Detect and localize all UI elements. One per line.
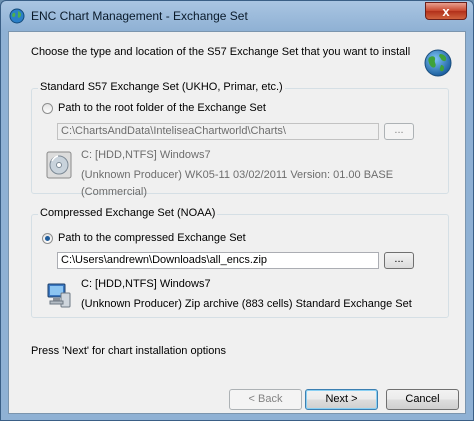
compressed-details-info: (Unknown Producer) Zip archive (883 cell… (81, 298, 412, 310)
cancel-button[interactable]: Cancel (386, 389, 459, 410)
globe-icon (424, 49, 452, 77)
standard-browse-button[interactable]: ... (384, 123, 414, 140)
radio-button[interactable] (42, 102, 53, 114)
radio-button[interactable] (42, 232, 53, 244)
standard-details-info: (Unknown Producer) WK05-11 03/02/2011 Ve… (81, 169, 394, 198)
close-button[interactable]: x (425, 2, 467, 20)
globe-app-icon (9, 8, 25, 24)
intro-text: Choose the type and location of the S57 … (31, 46, 411, 58)
group-title: Standard S57 Exchange Set (UKHO, Primar,… (38, 81, 285, 93)
dialog-window: ENC Chart Management - Exchange Set x Ch… (0, 0, 474, 421)
compressed-exchange-set-group: Compressed Exchange Set (NOAA) Path to t… (31, 207, 449, 318)
compressed-browse-button[interactable]: ... (384, 252, 414, 269)
standard-path-radio[interactable]: Path to the root folder of the Exchange … (42, 102, 266, 114)
compressed-path-input[interactable]: C:\Users\andrewn\Downloads\all_encs.zip (57, 252, 379, 269)
next-button[interactable]: Next > (305, 389, 378, 410)
title-bar[interactable]: ENC Chart Management - Exchange Set x (1, 1, 473, 31)
window-title: ENC Chart Management - Exchange Set (31, 9, 248, 23)
computer-drive-icon (47, 283, 71, 308)
dialog-body: Choose the type and location of the S57 … (8, 31, 466, 414)
standard-path-input[interactable]: C:\ChartsAndData\InteliseaChartworld\Cha… (57, 123, 379, 140)
radio-label: Path to the compressed Exchange Set (58, 232, 246, 244)
cd-drive-icon (46, 151, 72, 179)
back-button[interactable]: < Back (229, 389, 302, 410)
standard-exchange-set-group: Standard S57 Exchange Set (UKHO, Primar,… (31, 81, 449, 198)
radio-label: Path to the root folder of the Exchange … (58, 102, 266, 114)
standard-drive-info: C: [HDD,NTFS] Windows7 (81, 149, 211, 161)
instruction-text: Press 'Next' for chart installation opti… (31, 345, 226, 357)
compressed-path-radio[interactable]: Path to the compressed Exchange Set (42, 232, 246, 244)
group-title: Compressed Exchange Set (NOAA) (38, 207, 218, 219)
compressed-drive-info: C: [HDD,NTFS] Windows7 (81, 278, 211, 290)
